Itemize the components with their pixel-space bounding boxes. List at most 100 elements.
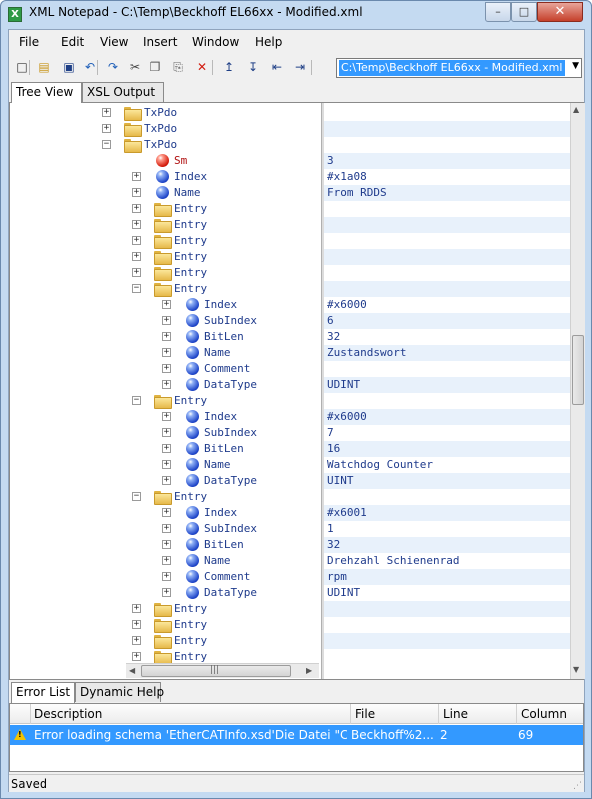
column-header-file[interactable]: File (355, 707, 375, 721)
tree-row[interactable]: + Index (10, 409, 321, 425)
expand-icon[interactable]: + (132, 204, 141, 213)
scroll-left-icon[interactable]: ◀ (129, 666, 135, 675)
tree-row[interactable]: + Comment (10, 361, 321, 377)
expand-icon[interactable]: + (162, 572, 171, 581)
undo-icon[interactable]: ↶ (82, 59, 98, 75)
expand-icon[interactable]: + (132, 220, 141, 229)
tree-row[interactable]: + Index (10, 505, 321, 521)
expand-icon[interactable]: + (102, 124, 111, 133)
nudge-up-icon[interactable]: ↥ (221, 59, 237, 75)
title-bar[interactable]: X XML Notepad - C:\Temp\Beckhoff EL66xx … (1, 1, 591, 27)
expand-icon[interactable]: + (162, 364, 171, 373)
column-divider[interactable] (516, 704, 517, 724)
value-row[interactable]: 16 (324, 441, 570, 457)
value-row[interactable]: #x1a08 (324, 169, 570, 185)
expand-icon[interactable]: + (162, 508, 171, 517)
expand-icon[interactable]: + (162, 300, 171, 309)
expand-icon[interactable]: + (132, 236, 141, 245)
tree-row[interactable]: − Entry (10, 489, 321, 505)
expand-icon[interactable]: + (162, 316, 171, 325)
tree-row[interactable]: + TxPdo (10, 121, 321, 137)
minimize-button[interactable]: – (485, 2, 511, 22)
tab-tree-view[interactable]: Tree View (11, 82, 82, 103)
tree-row[interactable]: − Entry (10, 281, 321, 297)
tree-row[interactable]: + BitLen (10, 441, 321, 457)
tree-row[interactable]: + Name (10, 553, 321, 569)
delete-icon[interactable]: ✕ (194, 59, 210, 75)
nudge-left-icon[interactable]: ⇤ (269, 59, 285, 75)
scroll-right-icon[interactable]: ▶ (306, 666, 312, 675)
tree-row[interactable]: + DataType (10, 377, 321, 393)
scroll-down-icon[interactable]: ▼ (573, 665, 579, 674)
tree-row[interactable]: + DataType (10, 473, 321, 489)
vertical-scroll-thumb[interactable] (572, 335, 584, 405)
value-row[interactable]: 7 (324, 425, 570, 441)
copy-icon[interactable]: ❐ (147, 59, 163, 75)
expand-icon[interactable]: + (162, 588, 171, 597)
tree-row[interactable]: + Comment (10, 569, 321, 585)
expand-icon[interactable]: + (132, 636, 141, 645)
menu-edit[interactable]: Edit (61, 35, 84, 49)
collapse-icon[interactable]: − (102, 140, 111, 149)
expand-icon[interactable]: + (132, 604, 141, 613)
tree-row[interactable]: + Name (10, 345, 321, 361)
tree-row[interactable]: + Entry (10, 217, 321, 233)
menu-help[interactable]: Help (255, 35, 282, 49)
tree-row[interactable]: + SubIndex (10, 425, 321, 441)
value-row[interactable]: UDINT (324, 377, 570, 393)
expand-icon[interactable]: + (102, 108, 111, 117)
horizontal-scrollbar[interactable]: ◀ ||| ▶ (126, 663, 319, 678)
tab-dynamic-help[interactable]: Dynamic Help (75, 682, 164, 702)
expand-icon[interactable]: + (162, 348, 171, 357)
value-row[interactable]: UINT (324, 473, 570, 489)
value-row[interactable]: #x6000 (324, 409, 570, 425)
chevron-down-icon[interactable]: ▼ (572, 61, 579, 71)
xml-value-pane[interactable]: 3 #x1a08 From RDDS #x6000 6 32 Zustandswort UDI… (324, 103, 570, 679)
tree-row[interactable]: + Name (10, 185, 321, 201)
value-row[interactable]: #x6000 (324, 297, 570, 313)
tree-row[interactable]: + Entry (10, 601, 321, 617)
close-button[interactable]: ✕ (537, 2, 583, 22)
expand-icon[interactable]: + (162, 380, 171, 389)
expand-icon[interactable]: + (162, 332, 171, 341)
scroll-up-icon[interactable]: ▲ (573, 105, 579, 114)
tab-error-list[interactable]: Error List (11, 682, 75, 703)
value-row[interactable]: 1 (324, 521, 570, 537)
nudge-right-icon[interactable]: ⇥ (292, 59, 308, 75)
tree-row[interactable]: + Index (10, 297, 321, 313)
file-path-combobox[interactable]: C:\Temp\Beckhoff EL66xx - Modified.xml ▼ (336, 58, 582, 78)
tab-xsl-output[interactable]: XSL Output (82, 82, 164, 102)
value-row[interactable]: Drehzahl Schienenrad (324, 553, 570, 569)
value-row[interactable]: 6 (324, 313, 570, 329)
column-header-line[interactable]: Line (443, 707, 468, 721)
xml-tree-pane[interactable]: + TxPdo + TxPdo − TxPdo Sm + Index + Name + Entry + En… (10, 103, 321, 679)
expand-icon[interactable]: + (162, 540, 171, 549)
expand-icon[interactable]: + (132, 652, 141, 661)
redo-icon[interactable]: ↷ (105, 59, 121, 75)
tree-row[interactable]: + SubIndex (10, 521, 321, 537)
expand-icon[interactable]: + (132, 188, 141, 197)
tree-row[interactable]: + DataType (10, 585, 321, 601)
expand-icon[interactable]: + (162, 428, 171, 437)
tree-row[interactable]: + Entry (10, 233, 321, 249)
column-divider[interactable] (438, 704, 439, 724)
tree-row[interactable]: + BitLen (10, 537, 321, 553)
tree-row[interactable]: + Entry (10, 201, 321, 217)
new-icon[interactable]: □ (14, 59, 30, 75)
tree-row[interactable]: + Index (10, 169, 321, 185)
value-row[interactable]: UDINT (324, 585, 570, 601)
menu-insert[interactable]: Insert (143, 35, 177, 49)
tree-row[interactable]: + BitLen (10, 329, 321, 345)
collapse-icon[interactable]: − (132, 492, 141, 501)
expand-icon[interactable]: + (132, 172, 141, 181)
save-icon[interactable]: ▣ (61, 59, 77, 75)
table-row[interactable]: ! Error loading schema 'EtherCATInfo.xsd… (10, 725, 583, 745)
value-row[interactable]: Watchdog Counter (324, 457, 570, 473)
expand-icon[interactable]: + (162, 444, 171, 453)
value-row[interactable]: 3 (324, 153, 570, 169)
collapse-icon[interactable]: − (132, 396, 141, 405)
menu-file[interactable]: File (19, 35, 39, 49)
nudge-down-icon[interactable]: ↧ (245, 59, 261, 75)
value-row[interactable]: 32 (324, 537, 570, 553)
value-row[interactable]: #x6001 (324, 505, 570, 521)
